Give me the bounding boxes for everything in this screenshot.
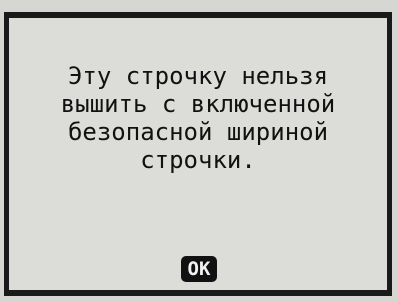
warning-dialog: Эту строчку нельзя вышить с включенной б…: [4, 12, 392, 296]
message-line-3: безопасной шириной: [67, 118, 329, 146]
message-line-4: строчки.: [140, 146, 256, 174]
device-screen: Эту строчку нельзя вышить с включенной б…: [0, 0, 398, 301]
dialog-message: Эту строчку нельзя вышить с включенной б…: [9, 62, 387, 174]
ok-button[interactable]: OK: [181, 256, 217, 282]
message-line-1: Эту строчку нельзя: [67, 62, 329, 90]
message-line-2: вышить с включенной: [60, 90, 336, 118]
